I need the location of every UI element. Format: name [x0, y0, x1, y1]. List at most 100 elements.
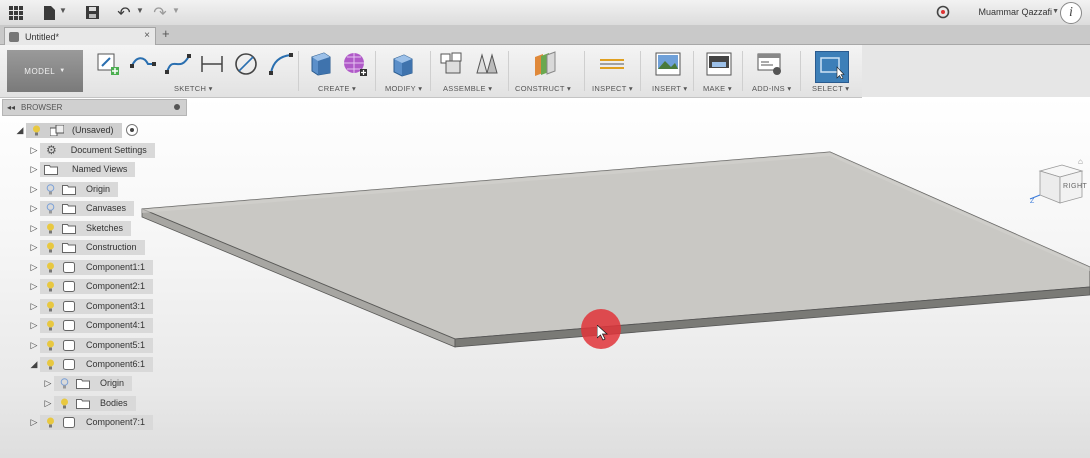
collapsed-triangle-icon[interactable]: ▷: [28, 320, 40, 331]
file-dropdown-icon[interactable]: ▼: [59, 6, 67, 15]
visibility-bulb-icon[interactable]: [44, 202, 56, 214]
folder-icon: [62, 223, 76, 234]
visibility-bulb-icon[interactable]: [44, 241, 56, 253]
browser-header[interactable]: ◂◂ BROWSER: [2, 99, 187, 116]
view-cube[interactable]: [1028, 157, 1090, 219]
visibility-bulb-icon[interactable]: [58, 397, 70, 409]
user-dropdown-icon[interactable]: ▼: [1052, 8, 1059, 15]
visibility-bulb-icon[interactable]: [58, 377, 70, 389]
collapsed-triangle-icon[interactable]: ▷: [28, 242, 40, 253]
visibility-bulb-icon[interactable]: [30, 124, 42, 136]
browser-item-component1[interactable]: ▷ Component1:1: [28, 259, 154, 275]
collapsed-triangle-icon[interactable]: ▷: [28, 184, 40, 195]
select-group-label[interactable]: SELECT ▾: [812, 84, 849, 93]
browser-item-component6[interactable]: ◢ Component6:1: [28, 356, 154, 372]
job-status-icon[interactable]: [936, 5, 950, 19]
circle-icon[interactable]: [233, 51, 259, 77]
offset-plane-icon[interactable]: [532, 51, 558, 77]
browser-item-component6-bodies[interactable]: ▷ Bodies: [42, 395, 136, 411]
browser-item-component3[interactable]: ▷ Component3:1: [28, 298, 154, 314]
collapsed-triangle-icon[interactable]: ▷: [28, 417, 40, 428]
browser-item-component6-origin[interactable]: ▷ Origin: [42, 375, 133, 391]
browser-item-canvases[interactable]: ▷ Canvases: [28, 200, 135, 216]
browser-item-component2[interactable]: ▷ Component2:1: [28, 278, 154, 294]
collapsed-triangle-icon[interactable]: ▷: [28, 164, 40, 175]
collapsed-triangle-icon[interactable]: ▷: [42, 378, 54, 389]
undo-icon[interactable]: ↶: [116, 4, 132, 22]
visibility-bulb-icon[interactable]: [44, 339, 56, 351]
viewcube-home-icon[interactable]: ⌂: [1078, 157, 1083, 166]
collapse-browser-icon[interactable]: ◂◂: [7, 103, 15, 112]
browser-item-origin[interactable]: ▷ Origin: [28, 181, 119, 197]
document-tab[interactable]: Untitled* ×: [4, 27, 156, 45]
collapsed-triangle-icon[interactable]: ▷: [28, 203, 40, 214]
save-icon[interactable]: [85, 4, 99, 21]
collapsed-triangle-icon[interactable]: ▷: [28, 223, 40, 234]
insert-image-icon[interactable]: [655, 51, 681, 77]
activate-radio-icon[interactable]: [125, 124, 138, 136]
new-component-icon[interactable]: [438, 51, 464, 77]
scripts-addins-icon[interactable]: [757, 51, 783, 77]
browser-item-component4[interactable]: ▷ Component4:1: [28, 317, 154, 333]
modify-group-label[interactable]: MODIFY ▾: [385, 84, 422, 93]
new-tab-button[interactable]: +: [162, 26, 170, 41]
close-tab-icon[interactable]: ×: [144, 30, 150, 41]
browser-item-label: Sketches: [86, 223, 124, 233]
expanded-triangle-icon[interactable]: ◢: [28, 359, 40, 370]
browser-pin-icon[interactable]: [174, 104, 180, 110]
sketch-dimension-icon[interactable]: [199, 51, 225, 77]
browser-item-sketches[interactable]: ▷ Sketches: [28, 220, 132, 236]
visibility-bulb-icon[interactable]: [44, 183, 56, 195]
browser-item-component7[interactable]: ▷ Component7:1: [28, 414, 154, 430]
visibility-bulb-icon[interactable]: [44, 280, 56, 292]
info-icon[interactable]: i: [1060, 2, 1082, 24]
collapsed-triangle-icon[interactable]: ▷: [28, 301, 40, 312]
collapsed-triangle-icon[interactable]: ▷: [28, 262, 40, 273]
make-group-label[interactable]: MAKE ▾: [703, 84, 732, 93]
visibility-bulb-icon[interactable]: [44, 319, 56, 331]
visibility-bulb-icon[interactable]: [44, 222, 56, 234]
insert-group-label[interactable]: INSERT ▾: [652, 84, 688, 93]
browser-item-component5[interactable]: ▷ Component5:1: [28, 337, 154, 353]
browser-root[interactable]: ◢ (Unsaved): [14, 122, 138, 138]
browser-item-named-views[interactable]: ▷ Named Views: [28, 161, 136, 177]
visibility-bulb-icon[interactable]: [44, 416, 56, 428]
sketch-group-label[interactable]: SKETCH ▾: [174, 84, 213, 93]
collapsed-triangle-icon[interactable]: ▷: [28, 340, 40, 351]
select-icon[interactable]: [815, 51, 849, 83]
user-name[interactable]: Muammar Qazzafi: [978, 7, 1052, 17]
arc-icon[interactable]: [268, 51, 294, 77]
browser-item-document-settings[interactable]: ▷ ⚙ Document Settings: [28, 142, 155, 158]
construct-group-label[interactable]: CONSTRUCT ▾: [515, 84, 571, 93]
redo-icon[interactable]: ↷: [152, 4, 168, 22]
box-icon[interactable]: [308, 51, 334, 77]
undo-dropdown-icon[interactable]: ▼: [136, 6, 144, 15]
press-pull-icon[interactable]: [390, 51, 416, 77]
addins-group-label[interactable]: ADD-INS ▾: [752, 84, 791, 93]
spline-icon[interactable]: [165, 51, 191, 77]
visibility-bulb-icon[interactable]: [44, 261, 56, 273]
collapsed-triangle-icon[interactable]: ▷: [28, 145, 40, 156]
canvas-viewport[interactable]: RIGHT Z ⌂: [0, 97, 1090, 458]
collapsed-triangle-icon[interactable]: ▷: [28, 281, 40, 292]
3d-print-icon[interactable]: [706, 51, 732, 77]
browser-item-construction[interactable]: ▷ Construction: [28, 239, 145, 255]
create-group-label[interactable]: CREATE ▾: [318, 84, 356, 93]
file-icon[interactable]: [43, 4, 55, 21]
collapsed-triangle-icon[interactable]: ▷: [42, 398, 54, 409]
visibility-bulb-icon[interactable]: [44, 300, 56, 312]
form-icon[interactable]: [342, 51, 368, 77]
visibility-bulb-icon[interactable]: [44, 358, 56, 370]
joint-icon[interactable]: [474, 51, 500, 77]
redo-dropdown-icon[interactable]: ▼: [172, 6, 180, 15]
workspace-switcher[interactable]: MODEL ▼: [7, 50, 83, 92]
inspect-group-label[interactable]: INSPECT ▾: [592, 84, 633, 93]
plate-body[interactable]: [0, 97, 1090, 458]
assemble-group-label[interactable]: ASSEMBLE ▾: [443, 84, 492, 93]
view-cube-face-label[interactable]: RIGHT: [1063, 183, 1087, 190]
create-sketch-icon[interactable]: [95, 51, 121, 77]
expanded-triangle-icon[interactable]: ◢: [14, 125, 26, 136]
line-icon[interactable]: [130, 51, 156, 77]
app-grid-icon[interactable]: [8, 4, 24, 21]
measure-icon[interactable]: [599, 51, 625, 77]
